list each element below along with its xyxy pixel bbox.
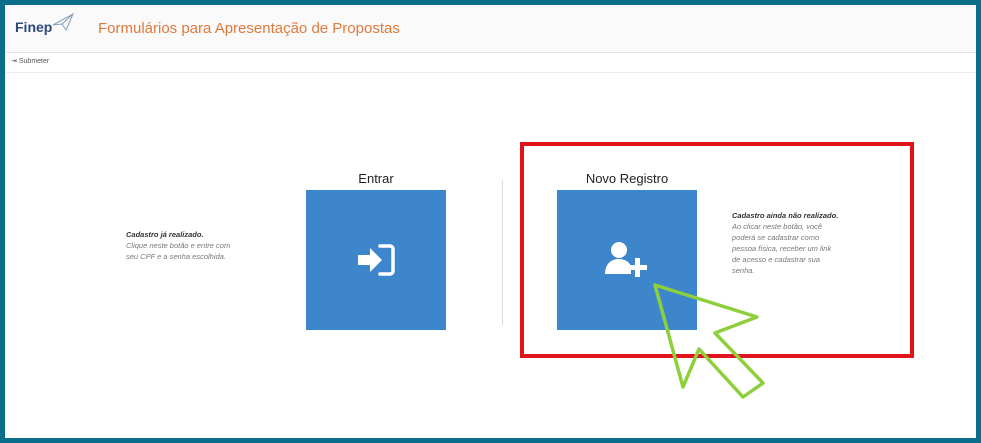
finep-logo: Finep <box>15 19 53 35</box>
login-button[interactable] <box>306 190 446 330</box>
page-title: Formulários para Apresentação de Propost… <box>98 20 400 37</box>
submit-link-label: Submeter <box>18 58 50 65</box>
login-description-line: Clique neste botão e entre com <box>126 241 231 250</box>
top-header: Finep Formulários para Apresentação de P… <box>5 5 976 53</box>
sign-in-icon <box>358 244 395 276</box>
paper-plane-icon <box>52 13 74 31</box>
sign-in-icon: ⇥ <box>11 58 17 65</box>
app-window: Finep Formulários para Apresentação de P… <box>5 5 976 438</box>
pointer-arrow-icon <box>653 283 765 399</box>
login-tile-title: Entrar <box>358 171 394 186</box>
submit-link[interactable]: ⇥ Submeter <box>11 57 49 65</box>
login-description-line: seu CPF e a senha escolhida. <box>126 252 226 261</box>
login-description-title: Cadastro já realizado. <box>126 230 204 239</box>
vertical-divider <box>502 180 503 325</box>
login-description: Cadastro já realizado. Clique neste botã… <box>126 229 286 262</box>
sub-navbar: ⇥ Submeter <box>5 53 976 73</box>
